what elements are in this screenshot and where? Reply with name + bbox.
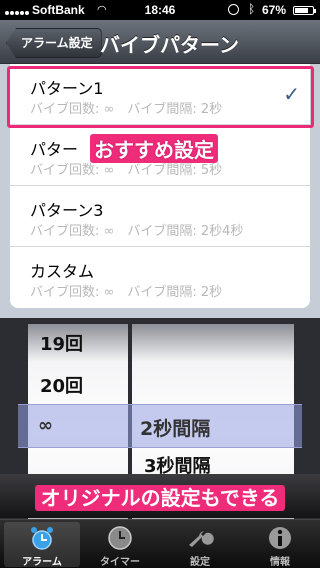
tab-label: 情報 bbox=[270, 557, 290, 568]
status-bar: SoftBank ◠ 18:46 ᛒ 67% bbox=[0, 0, 320, 20]
pattern-title: パター bbox=[30, 140, 79, 159]
tab-info[interactable]: 情報 bbox=[242, 522, 318, 568]
custom-settings-banner: オリジナルの設定もできる bbox=[0, 474, 320, 518]
back-button[interactable]: アラーム設定 bbox=[6, 28, 102, 58]
wrench-icon bbox=[189, 531, 214, 547]
custom-settings-label-wrap: オリジナルの設定もできる bbox=[0, 482, 320, 511]
pattern-title: パターン3 bbox=[30, 201, 104, 220]
tab-settings[interactable]: 設定 bbox=[162, 522, 238, 568]
battery-level bbox=[295, 8, 308, 13]
picker-selection-bar: ∞ 2秒間隔 bbox=[18, 404, 302, 448]
recommended-highlight-frame bbox=[7, 66, 314, 128]
custom-settings-label: オリジナルの設定もできる bbox=[34, 485, 286, 511]
clock-icon bbox=[108, 526, 132, 550]
picker-item: 20回 bbox=[40, 376, 84, 397]
bluetooth-icon: ᛒ bbox=[248, 2, 256, 16]
pattern-subtitle: バイブ回数: ∞ バイブ間隔: 2秒4秒 bbox=[30, 224, 244, 239]
navigation-bar: アラーム設定 バイブパターン bbox=[0, 20, 320, 64]
page-title: バイブパターン bbox=[100, 33, 239, 57]
selected-count: ∞ bbox=[38, 415, 53, 436]
recommended-label: おすすめ設定 bbox=[90, 134, 218, 163]
pattern-title: カスタム bbox=[30, 262, 95, 281]
picker-item: 19回 bbox=[40, 334, 84, 355]
rotation-lock-icon bbox=[228, 4, 239, 15]
tab-alarm[interactable]: アラーム bbox=[4, 522, 80, 568]
battery-percent: 67% bbox=[262, 3, 287, 17]
info-icon bbox=[269, 527, 291, 549]
tab-label: 設定 bbox=[190, 557, 210, 568]
tab-bar: アラーム タイマー 設定 情報 bbox=[0, 519, 320, 568]
tab-label: タイマー bbox=[100, 557, 140, 568]
pattern-subtitle: バイブ回数: ∞ バイブ間隔: 2秒 bbox=[30, 285, 223, 300]
selected-interval: 2秒間隔 bbox=[140, 418, 211, 440]
tab-timer[interactable]: タイマー bbox=[82, 522, 158, 568]
battery-icon bbox=[293, 6, 316, 15]
pattern-row-custom[interactable]: カスタム バイブ回数: ∞ バイブ間隔: 2秒 bbox=[10, 247, 310, 308]
pattern-row-3[interactable]: パターン3 バイブ回数: ∞ バイブ間隔: 2秒4秒 bbox=[10, 186, 310, 247]
alarm-clock-icon bbox=[31, 527, 53, 550]
tab-label: アラーム bbox=[22, 557, 62, 568]
